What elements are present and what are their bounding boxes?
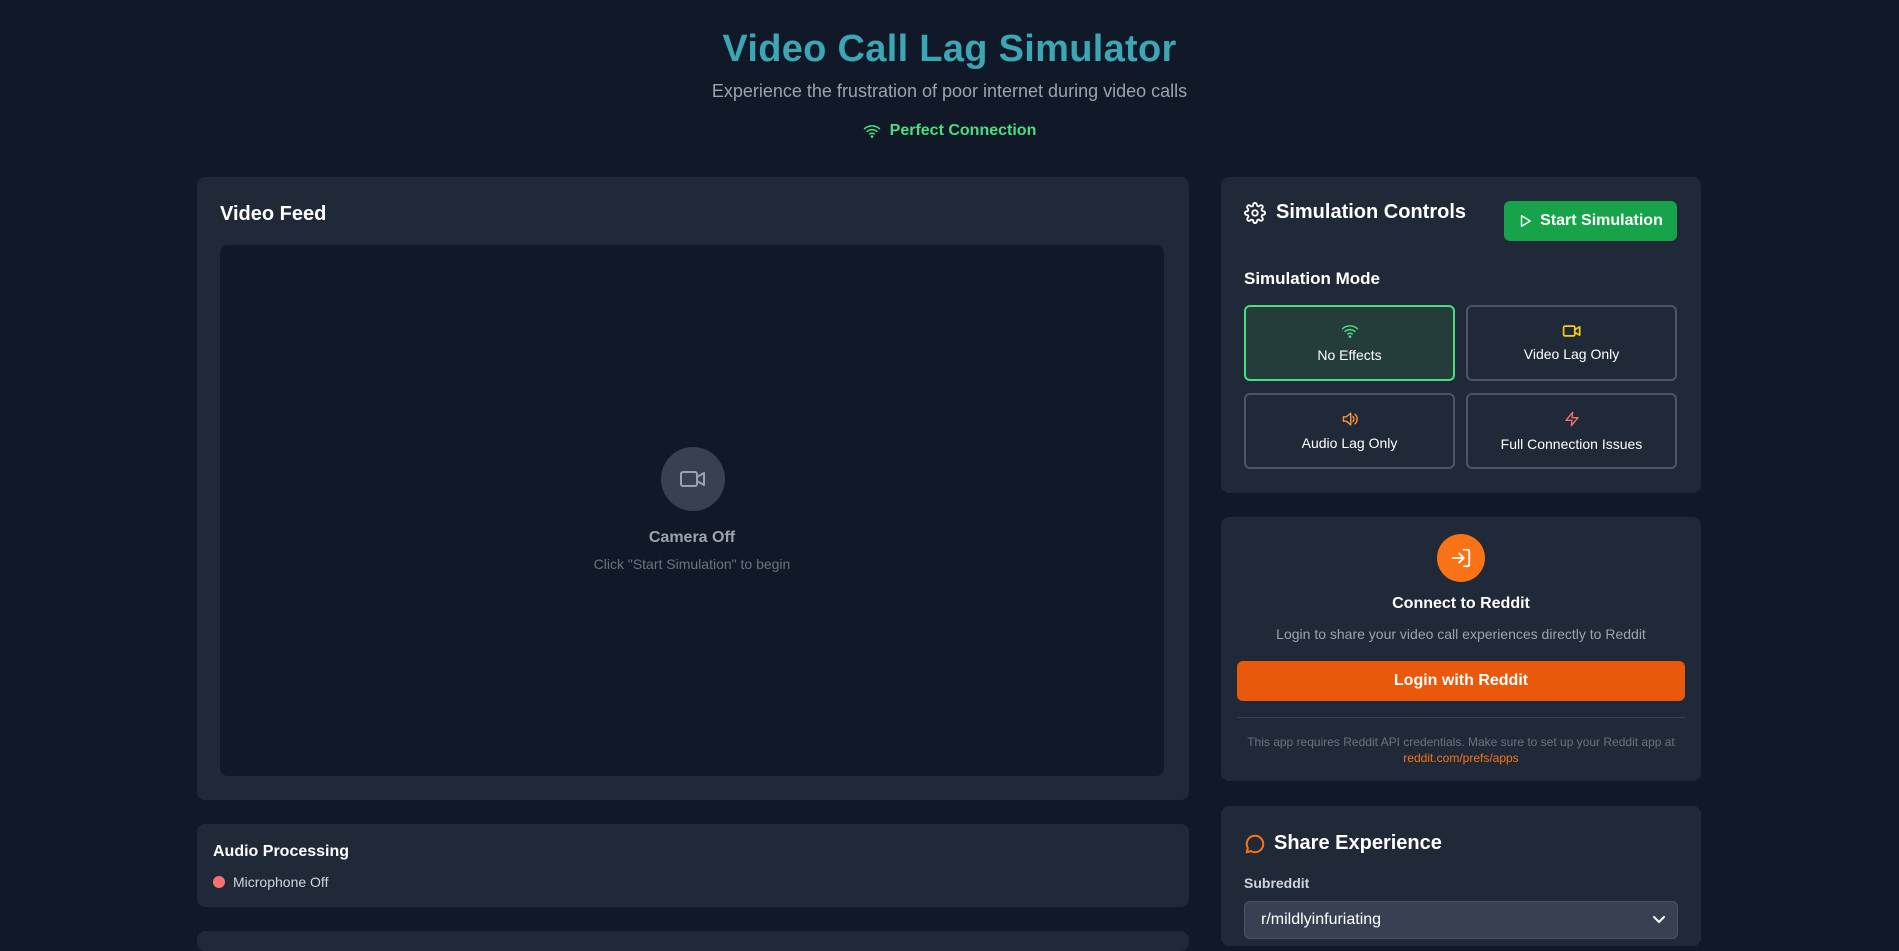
simulation-controls-heading: Simulation Controls — [1276, 201, 1466, 223]
audio-processing-panel: Audio Processing Microphone Off — [197, 824, 1189, 907]
reddit-apps-link[interactable]: reddit.com/prefs/apps — [1221, 750, 1701, 766]
mode-label: No Effects — [1317, 347, 1382, 363]
subreddit-label: Subreddit — [1244, 875, 1310, 891]
page-title: Video Call Lag Simulator — [722, 28, 1177, 70]
connection-status-label: Perfect Connection — [889, 122, 1037, 139]
video-camera-icon — [679, 469, 707, 489]
mode-label: Video Lag Only — [1523, 346, 1620, 362]
camera-status: Camera Off — [648, 529, 736, 546]
camera-hint: Click "Start Simulation" to begin — [593, 556, 791, 572]
video-feed-heading: Video Feed — [220, 203, 327, 225]
share-experience-heading: Share Experience — [1274, 832, 1442, 854]
subreddit-selected-value: r/mildlyinfuriating — [1261, 911, 1382, 928]
reddit-api-note-text: This app requires Reddit API credentials… — [1247, 735, 1675, 749]
reddit-connect-panel: Connect to Reddit Login to share your vi… — [1221, 517, 1701, 781]
zap-icon — [1564, 410, 1580, 428]
chevron-down-icon — [1653, 916, 1665, 924]
speaker-icon — [1341, 411, 1359, 427]
login-with-reddit-button[interactable]: Login with Reddit — [1237, 661, 1685, 701]
wifi-icon — [1341, 323, 1359, 339]
reddit-connect-heading: Connect to Reddit — [1392, 595, 1530, 612]
microphone-status: Microphone Off — [213, 874, 328, 890]
login-icon — [1437, 534, 1485, 582]
mode-label: Audio Lag Only — [1301, 435, 1398, 451]
mode-video-lag-only[interactable]: Video Lag Only — [1466, 305, 1677, 381]
share-experience-panel: Share Experience Subreddit r/mildlyinfur… — [1221, 806, 1701, 946]
audio-processing-heading: Audio Processing — [213, 843, 350, 860]
video-feed-panel: Video Feed Camera Off Click "Start Simul… — [197, 177, 1189, 800]
simulation-mode-heading: Simulation Mode — [1244, 269, 1380, 288]
simulation-controls-panel: Simulation Controls Start Simulation Sim… — [1221, 177, 1701, 493]
mode-audio-lag-only[interactable]: Audio Lag Only — [1244, 393, 1455, 469]
connection-status: Perfect Connection — [0, 122, 1899, 140]
status-dot — [213, 876, 225, 888]
simulation-controls-header: Simulation Controls — [1244, 201, 1466, 224]
video-display: Camera Off Click "Start Simulation" to b… — [220, 245, 1164, 776]
camera-placeholder — [661, 447, 725, 511]
additional-panel — [197, 931, 1189, 951]
reddit-connect-description: Login to share your video call experienc… — [1276, 626, 1646, 642]
play-icon — [1518, 214, 1532, 228]
wifi-icon — [863, 123, 881, 139]
start-simulation-button[interactable]: Start Simulation — [1504, 201, 1677, 241]
microphone-status-label: Microphone Off — [233, 874, 329, 890]
video-icon — [1562, 324, 1582, 338]
start-simulation-label: Start Simulation — [1540, 212, 1663, 229]
page-subtitle: Experience the frustration of poor inter… — [711, 81, 1188, 101]
chat-bubble-icon — [1244, 833, 1266, 855]
subreddit-select[interactable]: r/mildlyinfuriating — [1244, 901, 1678, 939]
gear-icon — [1244, 201, 1266, 224]
share-experience-header: Share Experience — [1244, 832, 1442, 855]
divider — [1237, 717, 1685, 718]
mode-full-connection-issues[interactable]: Full Connection Issues — [1466, 393, 1677, 469]
mode-no-effects[interactable]: No Effects — [1244, 305, 1455, 381]
reddit-api-note: This app requires Reddit API credentials… — [1221, 734, 1701, 766]
mode-label: Full Connection Issues — [1500, 436, 1643, 452]
